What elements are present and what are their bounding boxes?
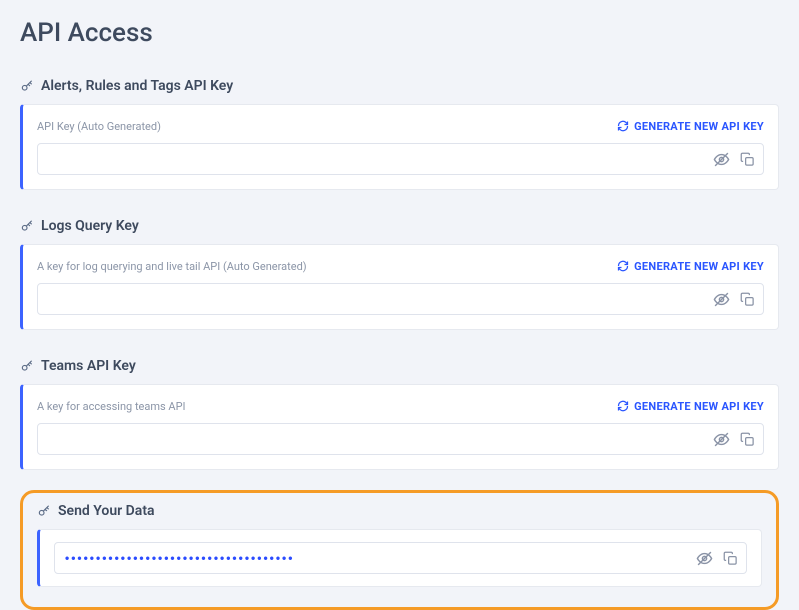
toggle-visibility-button[interactable] bbox=[712, 290, 730, 308]
refresh-icon bbox=[616, 120, 629, 133]
api-key-input[interactable] bbox=[37, 423, 764, 455]
toggle-visibility-button[interactable] bbox=[695, 549, 713, 567]
copy-button[interactable] bbox=[738, 290, 756, 308]
highlight-send-data: Send Your Data bbox=[20, 490, 779, 610]
key-card: A key for accessing teams API GENERATE N… bbox=[20, 384, 779, 470]
key-description: API Key (Auto Generated) bbox=[37, 120, 161, 133]
section-title: Send Your Data bbox=[58, 503, 155, 519]
key-icon bbox=[37, 504, 51, 518]
key-icon bbox=[20, 79, 34, 93]
key-card bbox=[37, 529, 762, 587]
section-header: Send Your Data bbox=[37, 503, 762, 519]
section-alerts: Alerts, Rules and Tags API Key API Key (… bbox=[20, 78, 779, 190]
refresh-icon bbox=[616, 260, 629, 273]
copy-button[interactable] bbox=[738, 150, 756, 168]
key-icon bbox=[20, 219, 34, 233]
key-description: A key for log querying and live tail API… bbox=[37, 260, 307, 273]
toggle-visibility-button[interactable] bbox=[712, 430, 730, 448]
refresh-icon bbox=[616, 400, 629, 413]
page-title: API Access bbox=[20, 18, 779, 48]
generate-api-key-button[interactable]: GENERATE NEW API KEY bbox=[616, 120, 764, 133]
generate-api-key-button[interactable]: GENERATE NEW API KEY bbox=[616, 400, 764, 413]
section-header: Teams API Key bbox=[20, 358, 779, 374]
send-data-key-input[interactable] bbox=[54, 542, 747, 574]
toggle-visibility-button[interactable] bbox=[712, 150, 730, 168]
key-card: A key for log querying and live tail API… bbox=[20, 244, 779, 330]
copy-button[interactable] bbox=[738, 430, 756, 448]
generate-api-key-button[interactable]: GENERATE NEW API KEY bbox=[616, 260, 764, 273]
key-description: A key for accessing teams API bbox=[37, 400, 186, 413]
section-title: Teams API Key bbox=[41, 358, 136, 374]
key-icon bbox=[20, 359, 34, 373]
copy-button[interactable] bbox=[721, 549, 739, 567]
section-header: Logs Query Key bbox=[20, 218, 779, 234]
api-key-input[interactable] bbox=[37, 143, 764, 175]
section-title: Logs Query Key bbox=[41, 218, 139, 234]
section-teams: Teams API Key A key for accessing teams … bbox=[20, 358, 779, 470]
section-logs: Logs Query Key A key for log querying an… bbox=[20, 218, 779, 330]
api-key-input[interactable] bbox=[37, 283, 764, 315]
key-card: API Key (Auto Generated) GENERATE NEW AP… bbox=[20, 104, 779, 190]
section-title: Alerts, Rules and Tags API Key bbox=[41, 78, 233, 94]
section-header: Alerts, Rules and Tags API Key bbox=[20, 78, 779, 94]
